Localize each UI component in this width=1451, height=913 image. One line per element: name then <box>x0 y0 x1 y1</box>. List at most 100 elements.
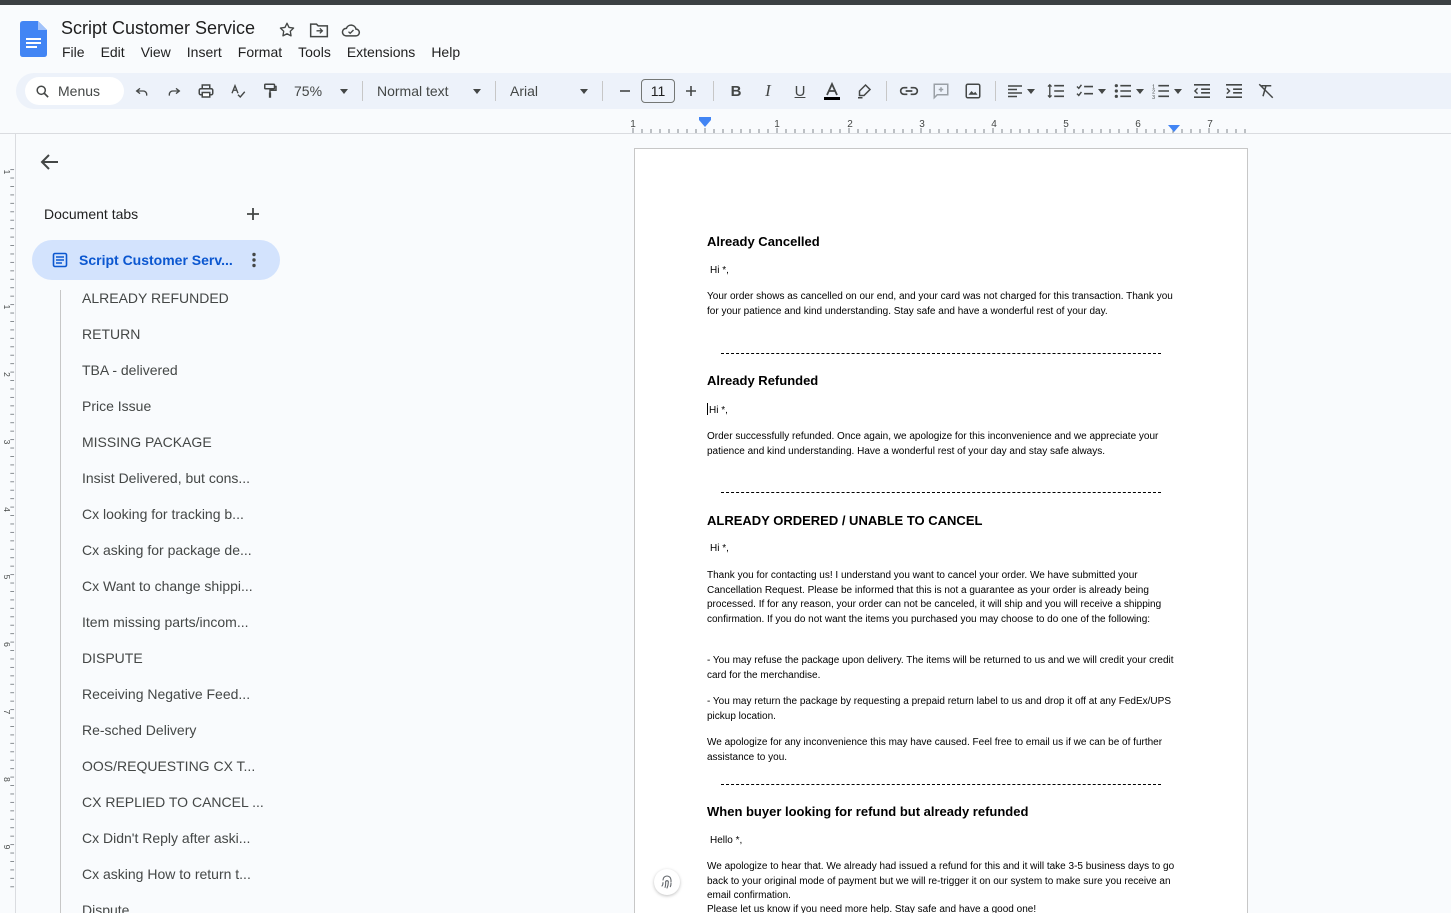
greeting: Hi *, <box>710 543 729 554</box>
insert-link-icon[interactable] <box>893 77 925 105</box>
menu-file[interactable]: File <box>54 42 93 62</box>
document-outline: ALREADY REFUNDED RETURN TBA - delivered … <box>82 288 264 913</box>
insert-image-icon[interactable] <box>957 77 989 105</box>
outline-item[interactable]: DISPUTE <box>82 648 264 684</box>
ruler-label: 1 <box>2 305 12 310</box>
document-title[interactable]: Script Customer Service <box>61 18 255 39</box>
greeting: Hi *, <box>707 403 1177 419</box>
tab-script-customer-service[interactable]: Script Customer Serv... <box>32 240 280 280</box>
toolbar: Menus 75% Normal text Arial 11 B I U 1 2… <box>16 73 1451 109</box>
greeting: Hello *, <box>710 835 743 846</box>
ruler-label: 2 <box>847 119 853 130</box>
outline-item[interactable]: Re-sched Delivery <box>82 720 264 756</box>
outline-item[interactable]: Cx Want to change shippi... <box>82 576 264 612</box>
increase-indent-icon[interactable] <box>1218 77 1250 105</box>
outline-item[interactable]: ALREADY REFUNDED <box>82 288 264 324</box>
outline-item[interactable]: Cx asking for package de... <box>82 540 264 576</box>
italic-icon[interactable]: I <box>752 77 784 105</box>
checklist-select[interactable] <box>1072 77 1110 105</box>
outline-item[interactable]: Cx looking for tracking b... <box>82 504 264 540</box>
right-indent-marker[interactable] <box>1168 125 1180 132</box>
ruler-label: 5 <box>2 575 12 580</box>
outline-item[interactable]: TBA - delivered <box>82 360 264 396</box>
highlight-color-icon[interactable] <box>848 77 880 105</box>
outline-item[interactable]: RETURN <box>82 324 264 360</box>
horizontal-ruler[interactable]: 1 1 2 3 4 5 6 7 <box>627 114 1253 134</box>
menu-extensions[interactable]: Extensions <box>339 42 423 62</box>
outline-guide-line <box>60 290 61 913</box>
outline-item[interactable]: Price Issue <box>82 396 264 432</box>
outline-item[interactable]: Insist Delivered, but cons... <box>82 468 264 504</box>
ruler-label: 2 <box>2 372 12 377</box>
heading-already-ordered: ALREADY ORDERED / UNABLE TO CANCEL <box>707 513 983 528</box>
ruler-label: 4 <box>2 507 12 512</box>
toolbar-divider <box>713 81 714 101</box>
docs-logo-icon[interactable] <box>20 21 47 57</box>
paragraph: We apologize to hear that. We already ha… <box>707 861 1175 901</box>
paint-format-icon[interactable] <box>254 77 286 105</box>
paragraph: Order successfully refunded. Once again,… <box>707 431 1159 457</box>
clear-formatting-icon[interactable] <box>1250 77 1282 105</box>
heading-buyer-refund: When buyer looking for refund but alread… <box>707 804 1029 819</box>
left-indent-marker[interactable] <box>699 120 711 127</box>
chevron-down-icon <box>1098 88 1106 94</box>
move-folder-icon[interactable] <box>308 19 330 41</box>
print-icon[interactable] <box>190 77 222 105</box>
menus-search[interactable]: Menus <box>25 77 124 105</box>
paragraph-style-select[interactable]: Normal text <box>369 83 489 99</box>
underline-icon[interactable]: U <box>784 77 816 105</box>
outline-item[interactable]: Receiving Negative Feed... <box>82 684 264 720</box>
line-spacing-icon[interactable] <box>1040 77 1072 105</box>
back-arrow-icon[interactable] <box>38 150 62 174</box>
spellcheck-icon[interactable] <box>222 77 254 105</box>
menu-help[interactable]: Help <box>423 42 468 62</box>
increase-font-size-button[interactable] <box>675 77 707 105</box>
ruler-label: 3 <box>2 440 12 445</box>
separator <box>721 784 1161 785</box>
menu-format[interactable]: Format <box>230 42 290 62</box>
vertical-ruler[interactable]: 1 1 2 3 4 5 6 7 8 9 <box>0 134 16 913</box>
text-color-icon[interactable] <box>816 77 848 105</box>
toolbar-divider <box>995 81 996 101</box>
bulleted-list-select[interactable] <box>1110 77 1148 105</box>
outline-item[interactable]: MISSING PACKAGE <box>82 432 264 468</box>
header: Script Customer Service File Edit View I… <box>0 5 1451 68</box>
paragraph: - You may return the package by requesti… <box>707 696 1171 722</box>
paragraph-style-value: Normal text <box>377 83 449 99</box>
undo-icon[interactable] <box>126 77 158 105</box>
cloud-saved-icon[interactable] <box>340 19 362 41</box>
align-select[interactable] <box>1002 77 1040 105</box>
numbered-list-select[interactable]: 123 <box>1148 77 1186 105</box>
zoom-select[interactable]: 75% <box>286 83 356 99</box>
menu-edit[interactable]: Edit <box>93 42 133 62</box>
menu-tools[interactable]: Tools <box>290 42 339 62</box>
font-size-input[interactable]: 11 <box>641 79 675 103</box>
menu-view[interactable]: View <box>133 42 179 62</box>
decrease-font-size-button[interactable] <box>609 77 641 105</box>
outline-item[interactable]: Item missing parts/incom... <box>82 612 264 648</box>
document-page[interactable]: Already Cancelled Hi *, Your order shows… <box>634 148 1248 913</box>
font-select[interactable]: Arial <box>502 83 596 99</box>
redo-icon[interactable] <box>158 77 190 105</box>
outline-item[interactable]: CX REPLIED TO CANCEL ... <box>82 792 264 828</box>
toolbar-divider <box>495 81 496 101</box>
add-tab-icon[interactable] <box>243 204 263 224</box>
ruler-label: 4 <box>991 119 997 130</box>
fingerprint-icon[interactable] <box>654 869 680 895</box>
paragraph: Your order shows as cancelled on our end… <box>707 291 1173 317</box>
outline-item[interactable]: Dispute <box>82 900 264 913</box>
menus-search-label: Menus <box>58 83 101 99</box>
bold-icon[interactable]: B <box>720 77 752 105</box>
ruler-label: 8 <box>2 777 12 782</box>
zoom-value: 75% <box>294 83 323 99</box>
add-comment-icon[interactable] <box>925 77 957 105</box>
outline-item[interactable]: OOS/REQUESTING CX T... <box>82 756 264 792</box>
first-line-indent-marker[interactable] <box>699 117 711 120</box>
outline-item[interactable]: Cx Didn't Reply after aski... <box>82 828 264 864</box>
star-icon[interactable] <box>276 19 298 41</box>
more-options-icon[interactable] <box>244 250 264 270</box>
outline-item[interactable]: Cx asking How to return t... <box>82 864 264 900</box>
decrease-indent-icon[interactable] <box>1186 77 1218 105</box>
ruler-label: 5 <box>1063 119 1069 130</box>
menu-insert[interactable]: Insert <box>179 42 230 62</box>
